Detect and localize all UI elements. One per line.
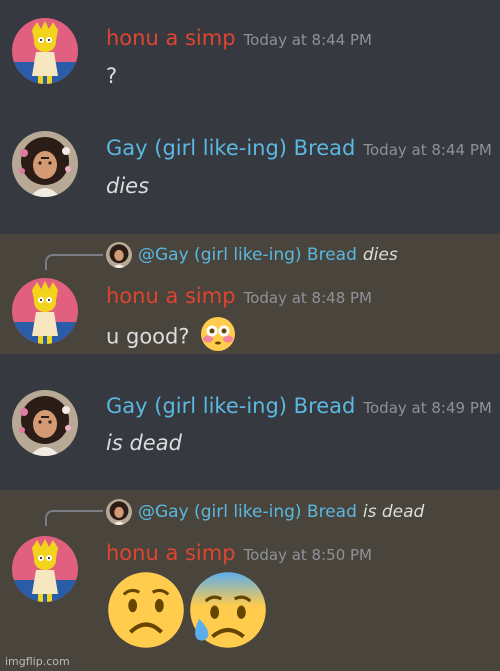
- timestamp: Today at 8:49 PM: [363, 399, 492, 417]
- message-text: u good?: [106, 324, 190, 349]
- message-content: is dead: [106, 431, 182, 455]
- reply-connector: [45, 254, 103, 270]
- timestamp: Today at 8:44 PM: [243, 31, 372, 49]
- anxious-face-with-sweat-icon: [188, 570, 268, 654]
- username[interactable]: honu a simp: [106, 26, 236, 50]
- message-2: Gay (girl like-ing) Bread Today at 8:44 P…: [0, 108, 500, 234]
- timestamp: Today at 8:50 PM: [243, 546, 372, 564]
- message-3: @Gay (girl like-ing) Bread dies honu a s…: [0, 234, 500, 354]
- bread-avatar[interactable]: [12, 390, 78, 456]
- bread-avatar-mini: [106, 499, 132, 525]
- reply-mention[interactable]: @Gay (girl like-ing) Bread: [138, 500, 357, 524]
- username[interactable]: honu a simp: [106, 284, 236, 308]
- reply-mention[interactable]: @Gay (girl like-ing) Bread: [138, 243, 357, 267]
- reply-text: dies: [362, 245, 398, 265]
- message-header: Gay (girl like-ing) Bread Today at 8:44 P…: [106, 134, 492, 164]
- bread-avatar[interactable]: [12, 131, 78, 197]
- message-header: honu a simp Today at 8:44 PM: [106, 24, 372, 54]
- lisa-avatar[interactable]: [12, 278, 78, 344]
- lisa-avatar[interactable]: [12, 536, 78, 602]
- message-content: u good?: [106, 316, 236, 354]
- bread-avatar-mini: [106, 242, 132, 268]
- reply-connector: [45, 510, 103, 526]
- message-5: @Gay (girl like-ing) Bread is dead honu …: [0, 490, 500, 671]
- reply-preview[interactable]: @Gay (girl like-ing) Bread is dead: [106, 499, 424, 525]
- message-content: ?: [106, 64, 118, 88]
- reply-preview[interactable]: @Gay (girl like-ing) Bread dies: [106, 242, 398, 268]
- message-header: honu a simp Today at 8:48 PM: [106, 282, 372, 312]
- message-header: honu a simp Today at 8:50 PM: [106, 539, 372, 569]
- watermark: imgflip.com: [5, 655, 70, 668]
- worried-face-icon: [106, 570, 186, 654]
- message-content: dies: [106, 174, 150, 198]
- timestamp: Today at 8:48 PM: [243, 289, 372, 307]
- message-4: Gay (girl like-ing) Bread Today at 8:49 P…: [0, 354, 500, 490]
- reply-text: is dead: [362, 502, 425, 522]
- flushed-face-icon: [200, 316, 236, 354]
- timestamp: Today at 8:44 PM: [363, 141, 492, 159]
- message-header: Gay (girl like-ing) Bread Today at 8:49 P…: [106, 392, 492, 422]
- lisa-avatar[interactable]: [12, 18, 78, 84]
- message-1: honu a simp Today at 8:44 PM ?: [0, 0, 500, 108]
- username[interactable]: honu a simp: [106, 541, 236, 565]
- username[interactable]: Gay (girl like-ing) Bread: [106, 394, 355, 418]
- username[interactable]: Gay (girl like-ing) Bread: [106, 136, 355, 160]
- emoji-message: [106, 570, 268, 654]
